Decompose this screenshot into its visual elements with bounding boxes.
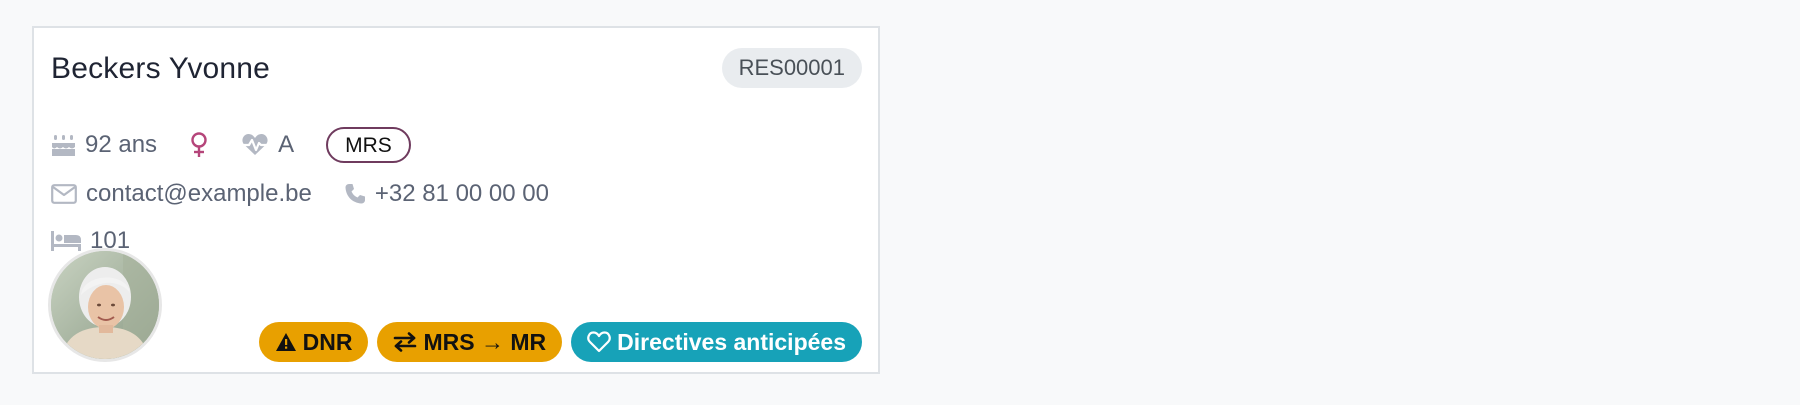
warning-triangle-icon: [275, 332, 297, 352]
demographics-row: 92 ans A MRS: [51, 123, 411, 167]
resident-card[interactable]: Beckers Yvonne RES00001 92 ans A MRS con…: [32, 26, 880, 374]
directives-badge[interactable]: Directives anticipées: [571, 322, 862, 362]
birthday-cake-icon: [51, 133, 76, 157]
blood-type-value: A: [278, 131, 295, 158]
envelope-icon: [51, 184, 77, 204]
female-icon: [189, 131, 209, 159]
transfer-label: MRS → MR: [423, 329, 547, 355]
age-item: 92 ans: [51, 131, 157, 159]
dnr-label: DNR: [302, 329, 353, 355]
reference-badge: RES00001: [721, 48, 862, 88]
gender-item: [189, 131, 209, 159]
blood-type-item: A: [241, 131, 294, 159]
facility-pill: MRS: [326, 127, 411, 163]
age-value: 92 ans: [85, 131, 158, 158]
email-item[interactable]: contact@example.be: [51, 180, 312, 208]
email-value[interactable]: contact@example.be: [86, 180, 312, 208]
exchange-arrows-icon: [393, 332, 417, 352]
alert-badges: DNR MRS → MR Directives anticipées: [258, 322, 862, 362]
heart-outline-icon: [587, 331, 611, 353]
directives-label: Directives anticipées: [617, 329, 846, 355]
avatar: [48, 248, 162, 362]
phone-item[interactable]: +32 81 00 00 00: [344, 180, 549, 208]
heartbeat-icon: [241, 133, 269, 157]
phone-value[interactable]: +32 81 00 00 00: [375, 180, 549, 208]
contact-row: contact@example.be +32 81 00 00 00: [51, 174, 581, 214]
avatar-portrait: [51, 251, 159, 359]
bed-icon: [51, 231, 81, 251]
dnr-badge[interactable]: DNR: [258, 322, 369, 362]
resident-name: Beckers Yvonne: [51, 52, 271, 85]
phone-icon: [344, 183, 366, 205]
transfer-badge[interactable]: MRS → MR: [377, 322, 563, 362]
